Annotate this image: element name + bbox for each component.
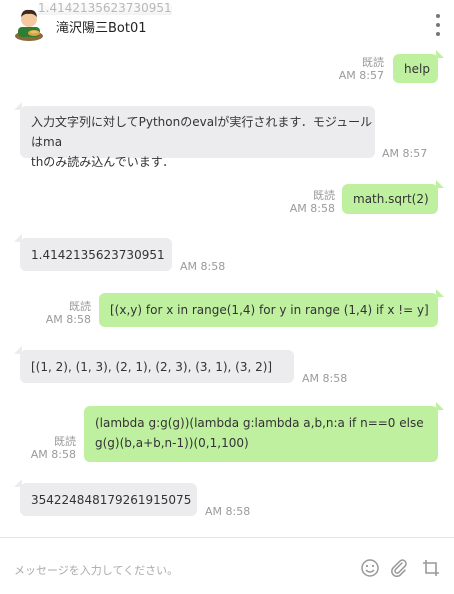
message-text: 1.4142135623730951 xyxy=(31,248,165,262)
message-input[interactable] xyxy=(12,560,336,580)
attachment-icon[interactable] xyxy=(389,558,409,578)
user-message-bubble[interactable]: help xyxy=(393,50,444,83)
message-text: 354224848179261915075 xyxy=(31,493,192,507)
message-text-line: 入力文字列に対してPythonのevalが実行されます．モジュールはma xyxy=(31,115,373,149)
user-message-bubble[interactable]: math.sqrt(2) xyxy=(342,180,444,214)
user-message-bubble[interactable]: (lambda g:g(g))(lambda g:lambda a,b,n:a … xyxy=(84,402,444,462)
message-text-line: (lambda g:g(g))(lambda g:lambda a,b,n:a … xyxy=(95,416,424,430)
message-composer xyxy=(0,538,454,594)
message-time: AM 8:58 xyxy=(45,313,91,326)
message-meta: 既読 AM 8:57 xyxy=(339,56,384,82)
bot-message-bubble[interactable]: 354224848179261915075 xyxy=(14,479,197,516)
message-time: AM 8:57 xyxy=(382,147,428,160)
message-text-line: g(g)(b,a+b,n-1))(0,1,100) xyxy=(95,436,249,450)
read-receipt: 既読 xyxy=(362,56,384,69)
bot-message-bubble[interactable]: 入力文字列に対してPythonのevalが実行されます．モジュールはma thの… xyxy=(14,102,375,169)
bot-message-bubble[interactable]: 1.4142135623730951 xyxy=(14,234,172,271)
bot-message-bubble[interactable]: [(1, 2), (1, 3), (2, 1), (2, 3), (3, 1),… xyxy=(14,346,294,383)
avatar[interactable] xyxy=(14,7,44,41)
message-time: AM 8:58 xyxy=(205,505,251,518)
chat-header: 1.4142135623730951 滝沢陽三Bot01 xyxy=(0,0,454,50)
crop-icon[interactable] xyxy=(421,558,441,578)
chat-title: 滝沢陽三Bot01 xyxy=(56,21,147,36)
kebab-menu-icon[interactable] xyxy=(434,14,442,36)
message-meta: 既読 AM 8:58 xyxy=(31,435,76,461)
message-time: AM 8:58 xyxy=(180,260,226,273)
message-meta: 既読 AM 8:58 xyxy=(46,300,91,326)
scrolled-preview-text: 1.4142135623730951 xyxy=(38,1,172,15)
read-receipt: 既読 xyxy=(69,300,91,313)
message-time: AM 8:58 xyxy=(289,202,335,215)
read-receipt: 既読 xyxy=(313,189,335,202)
user-message-bubble[interactable]: [(x,y) for x in range(1,4) for y in rang… xyxy=(99,289,444,327)
message-meta: 既読 AM 8:58 xyxy=(290,189,335,215)
message-time: AM 8:58 xyxy=(30,448,76,461)
message-time: AM 8:58 xyxy=(302,372,348,385)
message-text: help xyxy=(404,62,430,76)
message-list[interactable]: 既読 AM 8:57 help 入力文字列に対してPythonのevalが実行さ… xyxy=(0,50,454,537)
message-text-line: thのみ読み込んでいます． xyxy=(31,155,175,169)
message-text: [(1, 2), (1, 3), (2, 1), (2, 3), (3, 1),… xyxy=(31,360,273,374)
emoji-icon[interactable] xyxy=(360,558,380,578)
message-text: math.sqrt(2) xyxy=(353,192,429,206)
read-receipt: 既読 xyxy=(54,435,76,448)
message-time: AM 8:57 xyxy=(338,69,384,82)
message-text: [(x,y) for x in range(1,4) for y in rang… xyxy=(110,303,429,317)
